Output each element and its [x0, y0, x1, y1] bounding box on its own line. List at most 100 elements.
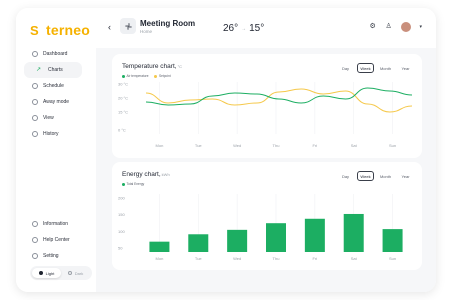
- card-title-unit: kWh: [161, 172, 170, 177]
- theme-toggle: Light Dark: [30, 266, 92, 280]
- bar: [227, 229, 248, 252]
- temperature-chart-card: 30 °C 20 °C 15 °C 0 °C Mon Tue Wed Thu Fri Sat Sun…: [112, 54, 422, 158]
- energy-legend: Total Energy: [122, 182, 144, 186]
- sidebar-item-label: View: [43, 115, 54, 121]
- legend-swatch: [122, 74, 125, 78]
- away-icon: [32, 99, 38, 105]
- card-title-text: Energy chart,: [122, 171, 161, 178]
- sidebar-item-charts[interactable]: ↗ Charts: [24, 62, 82, 78]
- sidebar-item-label: Charts: [48, 67, 63, 73]
- sidebar-nav: Dashboard ↗ Charts Schedule Away mode Vi…: [24, 46, 96, 142]
- y-tick-label: 50: [118, 246, 123, 251]
- sidebar-item-away-mode[interactable]: Away mode: [24, 94, 96, 110]
- chevron-down-icon[interactable]: ▾: [419, 24, 422, 30]
- info-icon: [32, 221, 38, 227]
- legend-swatch: [122, 182, 125, 186]
- series-line: [145, 87, 413, 106]
- sidebar-item-schedule[interactable]: Schedule: [24, 78, 96, 94]
- theme-light-label: Light: [45, 270, 55, 276]
- period-day-button[interactable]: Day: [337, 171, 354, 181]
- legend-setpoint: Setpoint: [154, 74, 171, 78]
- gear-icon: [32, 253, 38, 259]
- back-icon[interactable]: ‹: [108, 22, 111, 32]
- theme-light-option[interactable]: Light: [32, 268, 61, 278]
- y-tick-label: 0 °C: [118, 128, 126, 133]
- bar: [304, 218, 325, 252]
- logo-text: terneo: [46, 22, 90, 38]
- y-tick-label: 20 °C: [118, 96, 128, 101]
- y-tick-label: 30 °C: [118, 82, 128, 87]
- sidebar-item-dashboard[interactable]: Dashboard: [24, 46, 96, 62]
- current-temperature: 26°: [223, 23, 239, 34]
- y-tick-label: 200: [118, 196, 125, 201]
- logo-mark: S: [30, 22, 39, 38]
- legend-label: Total Energy: [126, 182, 145, 186]
- logo[interactable]: S terneo: [30, 22, 90, 38]
- bar: [382, 229, 403, 252]
- bar: [149, 241, 170, 252]
- view-icon: [32, 115, 38, 121]
- trend-icon: ↗: [36, 67, 42, 73]
- sidebar-item-view[interactable]: View: [24, 110, 96, 126]
- period-year-button[interactable]: Year: [397, 63, 414, 73]
- sidebar-item-label: Help Center: [43, 237, 70, 243]
- x-tick-label: Sun: [389, 256, 396, 261]
- theme-dark-label: Dark: [74, 270, 84, 276]
- bar: [188, 234, 209, 252]
- schedule-icon: [32, 83, 38, 89]
- period-day-button[interactable]: Day: [337, 63, 354, 73]
- period-month-button[interactable]: Month: [377, 63, 394, 73]
- sidebar-item-label: Information: [43, 221, 69, 227]
- x-tick-label: Fri: [313, 143, 318, 148]
- legend-air-temperature: Air temperature: [122, 74, 148, 78]
- sidebar-item-help-center[interactable]: Help Center: [24, 232, 96, 248]
- sidebar-item-label: History: [43, 131, 59, 137]
- x-tick-label: Wed: [233, 256, 241, 261]
- top-actions: ⚙ ♙ ▾: [369, 22, 422, 32]
- x-tick-label: Sat: [351, 256, 358, 261]
- target-temperature: 15°: [249, 23, 265, 34]
- theme-dark-option[interactable]: Dark: [61, 268, 90, 278]
- x-tick-label: Thu: [273, 143, 280, 148]
- legend-label: Air temperature: [126, 74, 149, 78]
- page-subtitle: Home: [140, 29, 153, 34]
- fan-icon: [120, 18, 136, 34]
- sidebar-bottom-nav: Information Help Center Setting: [24, 216, 96, 264]
- user-add-icon[interactable]: ♙: [385, 23, 393, 31]
- temperature-legend: Air temperature Setpoint: [122, 74, 171, 78]
- top-bar: ‹ Meeting Room Home 26° → 15° ⚙ ♙ ▾: [96, 8, 436, 48]
- x-tick-label: Sat: [351, 143, 358, 148]
- sidebar-item-label: Setting: [43, 253, 59, 259]
- legend-swatch: [154, 74, 158, 78]
- bar: [266, 223, 286, 252]
- period-week-button[interactable]: Week: [357, 63, 374, 73]
- period-month-button[interactable]: Month: [377, 171, 394, 181]
- card-title-unit: °C: [177, 64, 183, 69]
- app-window: S terneo Dashboard ↗ Charts Schedule Awa…: [16, 8, 436, 292]
- x-tick-label: Tue: [195, 256, 203, 261]
- x-tick-label: Fri: [313, 256, 318, 261]
- y-tick-label: 150: [118, 212, 125, 217]
- sun-icon: [38, 271, 43, 275]
- sidebar-item-history[interactable]: History: [24, 126, 96, 142]
- sidebar-item-information[interactable]: Information: [24, 216, 96, 232]
- help-icon: [32, 237, 38, 243]
- temperature-period-selector: Day Week Month Year: [337, 63, 414, 73]
- network-icon[interactable]: ⚙: [369, 23, 377, 31]
- x-tick-label: Wed: [233, 143, 241, 148]
- avatar[interactable]: [401, 22, 412, 32]
- sidebar-item-setting[interactable]: Setting: [24, 248, 96, 264]
- series-line: [145, 88, 413, 113]
- sidebar-item-label: Away mode: [43, 99, 70, 105]
- period-year-button[interactable]: Year: [397, 171, 414, 181]
- x-tick-label: Mon: [156, 143, 164, 148]
- legend-label: Setpoint: [158, 74, 171, 78]
- x-tick-label: Sun: [389, 143, 396, 148]
- x-tick-label: Thu: [273, 256, 280, 261]
- period-week-button[interactable]: Week: [357, 171, 374, 181]
- page-title: Meeting Room: [140, 19, 196, 28]
- y-tick-label: 100: [118, 229, 125, 234]
- temperature-summary: 26° → 15°: [223, 23, 264, 34]
- sidebar-item-label: Dashboard: [43, 51, 68, 57]
- legend-total-energy: Total Energy: [122, 182, 144, 186]
